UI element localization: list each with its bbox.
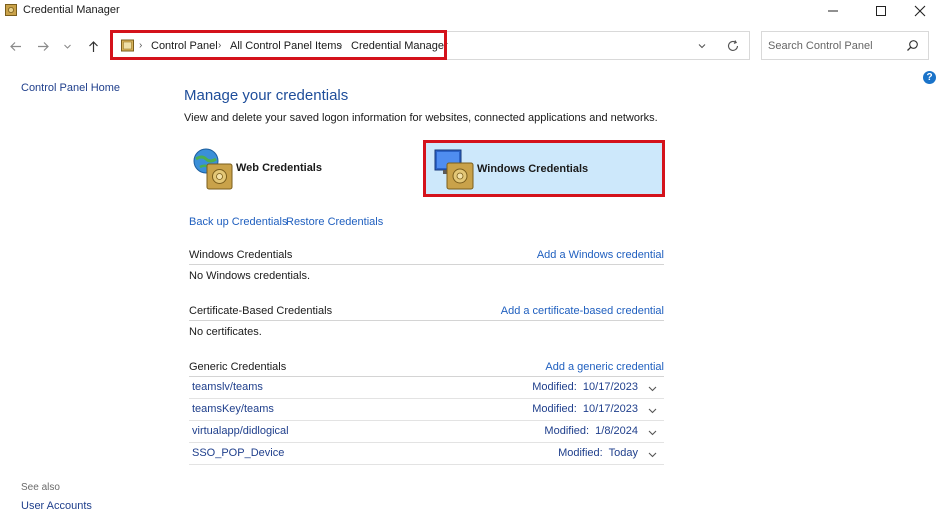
generic-credential-row[interactable]: teamslv/teams Modified: 10/17/2023 <box>189 377 664 399</box>
maximize-icon <box>876 6 886 16</box>
recent-locations-button[interactable] <box>60 37 74 55</box>
address-bar[interactable]: › Control Panel › All Control Panel Item… <box>112 31 750 60</box>
credential-name: teamslv/teams <box>192 381 263 393</box>
web-credentials-label: Web Credentials <box>236 162 322 174</box>
breadcrumb-separator: › <box>339 40 343 51</box>
credential-modified: Modified: 10/17/2023 <box>532 403 638 415</box>
up-button[interactable] <box>84 37 102 55</box>
credential-modified: Modified: Today <box>558 447 638 459</box>
search-box[interactable] <box>761 31 929 60</box>
arrow-up-icon <box>88 40 98 52</box>
credential-modified: Modified: 10/17/2023 <box>532 381 638 393</box>
page-title: Manage your credentials <box>184 87 349 104</box>
search-input[interactable] <box>762 32 902 59</box>
user-accounts-link[interactable]: User Accounts <box>21 500 92 512</box>
refresh-icon[interactable] <box>726 39 740 53</box>
credential-name: virtualapp/didlogical <box>192 425 289 437</box>
expand-chevron-icon[interactable] <box>647 405 658 416</box>
windows-credentials-section-header: Windows Credentials Add a Windows creden… <box>189 248 664 265</box>
windows-credentials-icon <box>434 149 474 190</box>
window-title: Credential Manager <box>23 4 120 16</box>
restore-credentials-link[interactable]: Restore Credentials <box>286 216 383 228</box>
minimize-icon <box>828 10 838 12</box>
credential-modified: Modified: 1/8/2024 <box>544 425 638 437</box>
section-title: Windows Credentials <box>189 249 293 261</box>
breadcrumb-separator: › <box>139 40 143 51</box>
minimize-button[interactable] <box>813 0 853 22</box>
credential-name: SSO_POP_Device <box>192 447 285 459</box>
add-generic-credential-link[interactable]: Add a generic credential <box>545 361 664 373</box>
help-icon[interactable]: ? <box>923 71 936 84</box>
add-certificate-credential-link[interactable]: Add a certificate-based credential <box>501 305 664 317</box>
see-also-heading: See also <box>21 482 60 493</box>
backup-credentials-link[interactable]: Back up Credentials <box>189 216 287 228</box>
credential-name: teamsKey/teams <box>192 403 274 415</box>
add-windows-credential-link[interactable]: Add a Windows credential <box>537 249 664 261</box>
breadcrumb-credential-manager[interactable]: Credential Manager <box>351 40 448 52</box>
breadcrumb-all-items[interactable]: All Control Panel Items <box>230 40 342 52</box>
windows-credentials-tile[interactable]: Windows Credentials <box>423 140 665 197</box>
generic-credential-row[interactable]: virtualapp/didlogical Modified: 1/8/2024 <box>189 421 664 443</box>
expand-chevron-icon[interactable] <box>647 449 658 460</box>
arrow-right-icon <box>37 41 49 51</box>
close-button[interactable] <box>900 0 936 22</box>
generic-credentials-section-header: Generic Credentials Add a generic creden… <box>189 360 664 377</box>
web-credentials-tile[interactable]: Web Credentials <box>190 142 420 196</box>
windows-credentials-label: Windows Credentials <box>477 163 589 175</box>
page-description: View and delete your saved logon informa… <box>184 112 658 124</box>
chevron-down-icon <box>63 44 71 49</box>
expand-chevron-icon[interactable] <box>647 383 658 394</box>
section-title: Generic Credentials <box>189 361 287 373</box>
generic-credential-row[interactable]: teamsKey/teams Modified: 10/17/2023 <box>189 399 664 421</box>
address-dropdown-icon[interactable] <box>696 40 708 52</box>
windows-credentials-empty: No Windows credentials. <box>189 270 311 282</box>
forward-button[interactable] <box>34 37 52 55</box>
section-title: Certificate-Based Credentials <box>189 305 333 317</box>
maximize-button[interactable] <box>861 0 901 22</box>
close-icon <box>914 5 926 17</box>
control-panel-icon <box>121 39 134 52</box>
expand-chevron-icon[interactable] <box>647 427 658 438</box>
back-button[interactable] <box>6 37 24 55</box>
web-credentials-icon <box>193 148 233 190</box>
search-icon[interactable] <box>906 39 919 52</box>
breadcrumb-control-panel[interactable]: Control Panel <box>151 40 218 52</box>
certificates-empty: No certificates. <box>189 326 262 338</box>
credential-manager-icon <box>5 4 17 16</box>
arrow-left-icon <box>9 41 21 51</box>
title-bar: Credential Manager <box>0 0 936 22</box>
certificate-credentials-section-header: Certificate-Based Credentials Add a cert… <box>189 304 664 321</box>
control-panel-home-link[interactable]: Control Panel Home <box>21 82 120 94</box>
breadcrumb-separator: › <box>218 40 222 51</box>
generic-credential-row[interactable]: SSO_POP_Device Modified: Today <box>189 443 664 465</box>
